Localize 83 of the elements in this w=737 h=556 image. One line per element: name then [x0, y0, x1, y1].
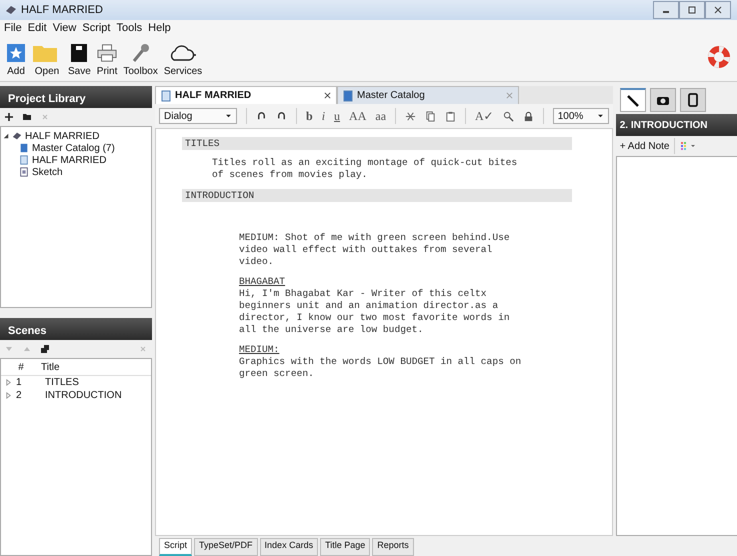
format-button[interactable]: aa	[375, 108, 386, 124]
window-title: HALF MARRIED	[21, 4, 103, 16]
toolbar-button[interactable]: Add	[6, 43, 26, 77]
action-text: Titles roll as an exciting montage of quick-cut bites of scenes from movies play.	[212, 157, 518, 181]
pen-icon	[626, 94, 640, 108]
toolbar-button[interactable]: Services	[164, 35, 202, 77]
search-icon[interactable]	[502, 110, 514, 122]
document-icon	[161, 90, 171, 102]
menu-item[interactable]: Script	[82, 22, 110, 34]
dialogue-text: Hi, I'm Bhagabat Kar - Writer of this celtx beginners unit and an animation director.as a director, I know our two most favorite words in all the universe are low budget.	[239, 288, 511, 336]
panel-header: Project Library	[0, 86, 152, 108]
view-tab[interactable]: Script	[159, 538, 192, 556]
caret-icon	[596, 114, 604, 118]
format-button[interactable]: AA	[349, 108, 366, 124]
spellcheck-button[interactable]: A✓	[475, 108, 494, 124]
document-tab[interactable]: HALF MARRIED	[155, 86, 337, 104]
toolbar-button[interactable]: Open	[32, 43, 62, 77]
scene-header: 2. INTRODUCTION	[616, 114, 737, 136]
toolbar-button[interactable]: Toolbox	[123, 43, 158, 77]
color-grid-icon[interactable]	[680, 141, 696, 151]
windows-icon[interactable]	[40, 344, 50, 354]
character-name: MEDIUM:	[239, 344, 280, 355]
document-tab[interactable]: Master Catalog	[337, 86, 519, 104]
copy-icon[interactable]	[425, 110, 436, 122]
catalog-icon	[19, 143, 29, 153]
sketch-icon	[19, 167, 29, 177]
floppy-icon	[69, 43, 90, 63]
menu-item[interactable]: Tools	[116, 22, 142, 34]
clipboard-icon[interactable]	[445, 110, 456, 122]
scene-heading: INTRODUCTION	[185, 190, 254, 202]
expander-icon[interactable]	[3, 133, 9, 139]
tree-item[interactable]: HALF MARRIED	[32, 154, 106, 166]
scene-number: 1	[16, 377, 23, 388]
view-tab[interactable]: TypeSet/PDF	[194, 538, 258, 556]
notes-tab[interactable]	[620, 88, 646, 112]
notes-tab[interactable]	[650, 88, 676, 112]
phone-icon	[686, 93, 700, 107]
zoom-dropdown[interactable]: 100%	[552, 108, 609, 124]
app-icon	[5, 5, 17, 15]
style-dropdown[interactable]: Dialog	[159, 108, 237, 124]
format-button[interactable]: i	[322, 108, 326, 124]
close-icon	[713, 6, 723, 14]
format-button[interactable]: b	[306, 108, 313, 124]
close-button[interactable]	[705, 1, 731, 19]
character-name: BHAGABAT	[239, 276, 286, 287]
menu-item[interactable]: Help	[148, 22, 171, 34]
format-button[interactable]: u	[334, 108, 340, 124]
document-icon	[343, 90, 353, 102]
document-icon	[19, 155, 29, 165]
lifebuoy-icon[interactable]	[707, 44, 731, 68]
panel-header: Scenes	[0, 318, 152, 340]
add-note-button[interactable]: + Add Note	[620, 140, 670, 152]
view-tab[interactable]: Index Cards	[260, 538, 318, 556]
scene-title[interactable]: INTRODUCTION	[45, 390, 151, 401]
toolbar-button[interactable]: Save	[68, 43, 91, 77]
menu-item[interactable]: View	[52, 22, 76, 34]
tree-item[interactable]: Sketch	[32, 166, 63, 178]
folder-icon[interactable]	[22, 112, 32, 122]
scene-heading: TITLES	[185, 138, 220, 150]
notes-tab[interactable]	[680, 88, 706, 112]
plus-icon[interactable]	[4, 112, 14, 122]
toolbar-button[interactable]: Print	[96, 43, 118, 77]
lock-icon[interactable]	[522, 110, 534, 122]
project-icon	[12, 131, 22, 141]
menu-item[interactable]: Edit	[28, 22, 47, 34]
cloud-icon	[168, 43, 198, 63]
maximize-icon	[687, 6, 697, 14]
view-tab[interactable]: Title Page	[320, 538, 370, 556]
column-header[interactable]: #	[1, 362, 41, 372]
dialogue-text: Graphics with the words LOW BUDGET in all caps on green screen.	[239, 356, 522, 380]
scene-number: 2	[16, 390, 23, 401]
tree-item[interactable]: Master Catalog (7)	[32, 142, 115, 154]
shot-text: MEDIUM: Shot of me with green screen behind.Use video wall effect with outtakes from several video.	[239, 232, 511, 268]
view-tab[interactable]: Reports	[372, 538, 414, 556]
tree-item[interactable]: HALF MARRIED	[25, 130, 100, 142]
printer-icon	[97, 43, 118, 63]
scene-title[interactable]: TITLES	[45, 377, 151, 388]
caret-icon	[225, 114, 232, 118]
minimize-button[interactable]	[653, 1, 679, 19]
close-icon[interactable]	[324, 92, 331, 99]
column-header[interactable]: Title	[41, 362, 151, 372]
menu-item[interactable]: File	[4, 22, 22, 34]
maximize-button[interactable]	[679, 1, 705, 19]
